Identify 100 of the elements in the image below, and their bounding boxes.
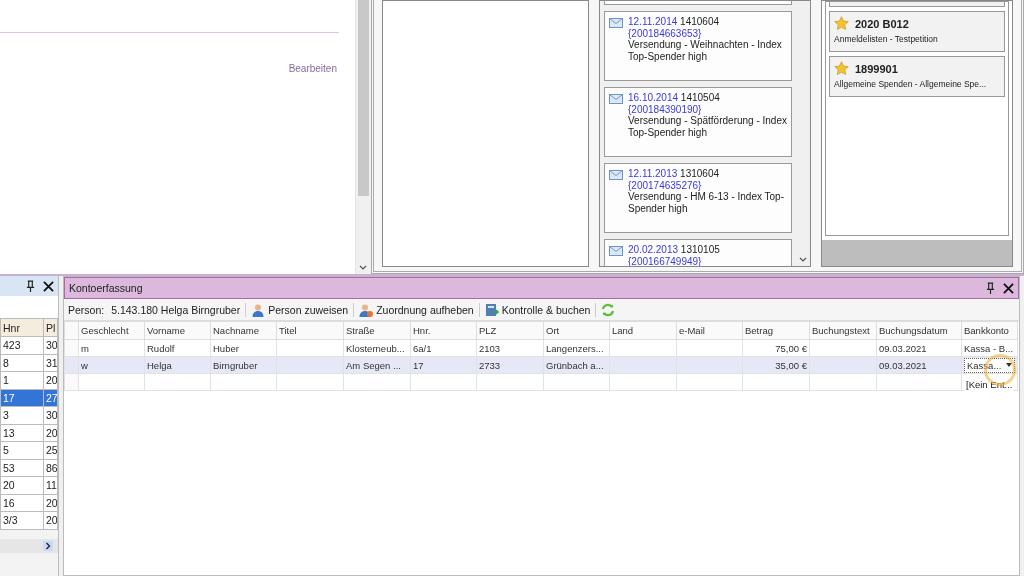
table-cell: 5 <box>0 441 44 459</box>
table-cell: 6a/1 <box>410 339 477 357</box>
column-header[interactable]: Bankkonto <box>961 321 1018 340</box>
scroll-right-icon[interactable] <box>43 540 53 551</box>
table-cell: 30 <box>43 336 58 354</box>
refresh-icon <box>601 302 616 317</box>
table-cell: 20 <box>43 424 58 442</box>
table-cell <box>410 373 477 391</box>
campaign-card[interactable]: 2020 B012 Anmeldelisten - Testpetition <box>829 11 1005 52</box>
column-header[interactable]: Buchungstext <box>809 321 877 340</box>
table-cell <box>742 373 810 391</box>
star-icon <box>834 61 849 76</box>
column-header[interactable]: Straße <box>343 321 411 340</box>
envelope-icon <box>609 94 623 104</box>
address-row[interactable]: 17 27 <box>0 389 58 407</box>
table-cell <box>78 373 145 391</box>
mailing-code: 1310604 <box>680 168 720 179</box>
column-header[interactable]: Land <box>609 321 677 340</box>
column-header[interactable]: Buchungsdatum <box>876 321 962 340</box>
person-label: Person: <box>68 303 105 316</box>
mailing-card[interactable]: 12.11.2013 1310604 {200174635276} Versendung - HM 6-13 - Index Top-Spender high <box>604 163 792 233</box>
table-cell: 3 <box>0 406 44 424</box>
address-row[interactable]: 53 86 <box>0 459 58 477</box>
table-cell: m <box>78 339 145 357</box>
address-row[interactable]: 5 25 <box>0 441 58 459</box>
column-header[interactable]: Betrag <box>742 321 810 340</box>
person-remove-icon <box>359 302 374 317</box>
mailing-id: {200184663653} <box>628 27 703 39</box>
table-cell <box>476 373 544 391</box>
column-header[interactable]: Vorname <box>144 321 211 340</box>
campaign-code: 1899901 <box>855 62 898 75</box>
mailing-code: 1410504 <box>680 92 720 103</box>
table-cell: 53 <box>0 459 44 477</box>
table-cell: 86 <box>43 459 58 477</box>
table-cell <box>676 373 743 391</box>
column-header[interactable]: PLZ <box>476 321 544 340</box>
grid-row[interactable]: m Rudolf Huber Klosterneub... 6a/1 2103 Langenzers... 75,00 € 09.03.2021 Kassa - B... <box>64 339 1018 357</box>
toolbar-button[interactable]: Kontrolle & buchen <box>484 302 591 317</box>
edit-link[interactable]: Bearbeiten <box>288 63 337 74</box>
table-cell: Langenzers... <box>543 339 610 357</box>
mailing-id: {200184390190} <box>628 103 703 115</box>
table-cell: 423 <box>0 336 44 354</box>
address-row[interactable]: 16 20 <box>0 494 58 512</box>
toolbar-button[interactable]: Person zuweisen <box>251 302 349 317</box>
scroll-down-icon[interactable] <box>359 265 367 270</box>
mailing-card[interactable]: 16.10.2014 1410504 {200184390190} Versendung - Spätförderung - Index Top-Spender high <box>604 87 792 157</box>
close-icon[interactable] <box>43 280 54 292</box>
panel-title: Kontoerfassung <box>69 282 143 294</box>
column-header[interactable]: e-Mail <box>676 321 743 340</box>
mailing-id: {200166749949} <box>628 255 703 266</box>
column-header[interactable]: Hnr. <box>410 321 477 340</box>
mailing-date: 12.11.2014 <box>628 16 678 27</box>
table-cell: 20 <box>43 511 58 529</box>
table-cell: 3/3 <box>0 511 44 529</box>
column-header[interactable]: Geschlecht <box>78 321 145 340</box>
pin-icon[interactable] <box>26 279 35 293</box>
address-row[interactable]: 1 20 <box>0 371 58 389</box>
pin-icon[interactable] <box>986 281 995 295</box>
table-cell: 1 <box>0 371 44 389</box>
address-row[interactable]: 13 20 <box>0 424 58 442</box>
campaign-card[interactable]: 1899901 Allgemeine Spenden - Allgemeine Spe... <box>829 56 1005 97</box>
scroll-down-icon[interactable] <box>799 257 807 262</box>
column-header[interactable]: Hnr <box>0 318 44 337</box>
table-cell <box>276 373 344 391</box>
table-cell: 8 <box>0 354 44 372</box>
table-cell <box>210 373 277 391</box>
table-cell: Kassa - B... <box>961 339 1018 357</box>
campaign-description: Allgemeine Spenden - Allgemeine Spe... <box>834 78 988 90</box>
mailing-description: Versendung - Weihnachten - Index Top-Spender high <box>628 39 783 62</box>
close-icon[interactable] <box>1003 282 1014 294</box>
mailing-id: {200174635276} <box>628 179 703 191</box>
person-value: 5.143.180 Helga Birngruber <box>111 303 241 316</box>
address-row[interactable]: 423 30 <box>0 336 58 354</box>
table-cell: 13 <box>0 424 44 442</box>
table-cell: 31 <box>43 354 58 372</box>
column-header[interactable]: Nachname <box>210 321 277 340</box>
table-cell: 20 <box>43 494 58 512</box>
mailing-date: 12.11.2013 <box>628 168 678 179</box>
mailing-card[interactable]: 20.02.2013 1310105 {200166749949} <box>604 239 792 266</box>
address-row[interactable]: 3 30 <box>0 406 58 424</box>
table-cell <box>609 373 677 391</box>
campaign-code: 2020 B012 <box>855 17 909 30</box>
table-cell <box>609 339 677 357</box>
table-cell: Huber <box>210 339 277 357</box>
mailing-date: 16.10.2014 <box>628 92 679 103</box>
column-header[interactable]: Titel <box>276 321 344 340</box>
address-row[interactable]: 3/3 20 <box>0 511 58 529</box>
column-header[interactable]: Ort <box>543 321 610 340</box>
star-icon <box>834 16 849 31</box>
table-cell: 16 <box>0 494 44 512</box>
table-cell: Klosterneub... <box>343 339 411 357</box>
address-row[interactable]: 8 31 <box>0 354 58 372</box>
mailing-date: 20.02.2013 <box>628 244 679 255</box>
mailing-card[interactable]: 12.11.2014 1410604 {200184663653} Versendung - Weihnachten - Index Top-Spender high <box>604 11 792 81</box>
scrollbar[interactable] <box>355 0 371 274</box>
envelope-icon <box>609 18 623 28</box>
address-row[interactable]: 20 11 <box>0 476 58 494</box>
toolbar-button[interactable]: Zuordnung aufheben <box>359 302 474 317</box>
table-cell: 30 <box>43 406 58 424</box>
table-cell: 11 <box>43 476 58 494</box>
